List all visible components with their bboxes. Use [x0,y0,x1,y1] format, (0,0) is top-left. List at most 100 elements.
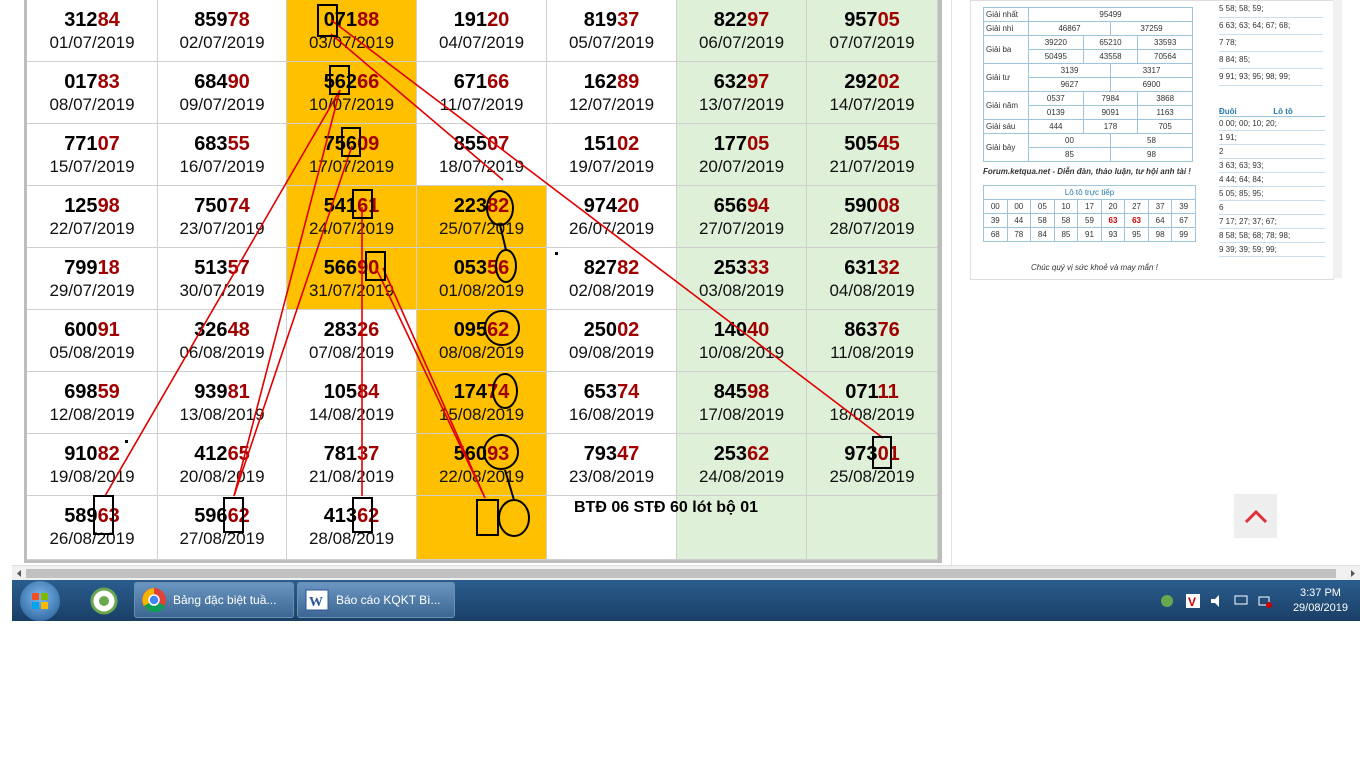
result-number: 19120 [453,9,510,31]
taskbar-app-word[interactable]: W Báo cáo KQKT Bì... [297,582,455,618]
network-icon[interactable] [1258,594,1272,608]
prize-value: 33593 [1137,35,1193,50]
result-cell: 41265 20/08/2019 [158,434,287,496]
result-number: 56266 [323,71,380,93]
result-number: 25002 [583,319,640,341]
prize-value: 3868 [1137,91,1193,106]
tail-loto-row: 2 [1219,145,1325,159]
head-loto-row: 5 58; 58; 59; [1219,1,1323,18]
chevron-up-icon [1244,509,1267,524]
result-date: 14/07/2019 [829,95,915,114]
result-number: 59008 [844,195,900,217]
thumbnail-scrollbar[interactable] [1333,0,1342,278]
result-thumbnail: Giải nhất 95499 Giải nhì 46867 37259 Giải ba 3… [970,0,1334,280]
result-date: 03/07/2019 [308,33,395,52]
result-cell: 84598 17/08/2019 [677,372,807,434]
result-cell: 75074 23/07/2019 [158,186,287,248]
loto-number: 93 [1100,227,1126,242]
prize-value: 1163 [1137,105,1193,120]
loto-number: 63 [1100,213,1126,228]
loto-number: 99 [1171,227,1196,242]
prize-value: 65210 [1082,35,1139,50]
result-cell: 68490 09/07/2019 [158,62,287,124]
result-cell: 41362 28/08/2019 [287,496,417,560]
result-number: 95705 [844,9,900,31]
result-number: 14040 [713,319,770,341]
result-number: 63297 [713,71,770,93]
result-date: 12/07/2019 [568,95,655,114]
result-cell: 81937 05/07/2019 [547,0,677,62]
prize-value: 70564 [1137,49,1193,64]
result-cell [807,496,938,560]
result-cell: 69859 12/08/2019 [27,372,158,434]
special-results-grid: 31284 01/07/2019 85978 02/07/2019 07188 03/07… [27,0,938,560]
prize-value: 0537 [1028,91,1084,106]
taskbar-app-chrome[interactable]: Bảng đặc biệt tuầ... [134,582,294,618]
scroll-left-icon[interactable] [14,566,24,581]
result-number: 41362 [323,505,380,527]
result-cell: 93981 13/08/2019 [158,372,287,434]
prize-value: 00 [1028,133,1111,148]
result-cell: 31284 01/07/2019 [27,0,158,62]
prize-value: 7984 [1082,91,1139,106]
result-date: 12/08/2019 [49,405,135,424]
result-cell: 68355 16/07/2019 [158,124,287,186]
result-cell: 85978 02/07/2019 [158,0,287,62]
result-date: 10/07/2019 [308,95,395,114]
result-date: 29/07/2019 [49,281,135,300]
prize-label: Giải sáu [983,119,1029,134]
result-number: 97420 [583,195,640,217]
result-date: 19/07/2019 [568,157,655,176]
result-number: 82297 [713,9,770,31]
result-number: 84598 [713,381,770,403]
result-number [417,504,546,528]
result-date: 11/08/2019 [830,343,914,362]
result-cell: 14040 10/08/2019 [677,310,807,372]
horizontal-scrollbar[interactable] [12,565,1360,581]
result-number: 51357 [194,257,250,279]
monitor-icon[interactable] [1234,594,1248,608]
scroll-right-icon[interactable] [1348,566,1358,581]
start-button[interactable] [20,581,60,621]
result-number: 67166 [453,71,510,93]
result-cell: 60091 05/08/2019 [27,310,158,372]
back-to-top-button[interactable] [1234,494,1277,538]
result-cell: 86376 11/08/2019 [807,310,938,372]
tail-loto-row: 0 00; 00; 10; 20; [1219,117,1325,131]
result-cell: 19120 04/07/2019 [417,0,547,62]
tail-loto-row: 6 [1219,201,1325,215]
word-icon: W [305,589,329,611]
prize-label: Giải bảy [983,133,1029,162]
result-date: 11/07/2019 [439,95,524,114]
coccoc-launcher[interactable] [88,585,120,617]
prize-value: 37259 [1109,21,1194,36]
result-date: 03/08/2019 [698,281,785,300]
result-date: 06/08/2019 [179,343,265,362]
result-date: 15/07/2019 [49,157,135,176]
result-date: 23/07/2019 [179,219,265,238]
vietkey-icon[interactable]: V [1186,594,1200,608]
result-date: 09/07/2019 [179,95,265,114]
clock-time: 3:37 PM [1299,587,1341,599]
analysis-note: BTĐ 06 STĐ 60 lót bộ 01 [574,499,759,516]
result-date: 17/08/2019 [698,405,785,424]
result-cell: 59662 27/08/2019 [158,496,287,560]
result-cell: 97301 25/08/2019 [807,434,938,496]
loto-number: 00 [983,199,1008,214]
loto-number: 63 [1124,213,1149,228]
scrollbar-thumb[interactable] [26,569,1336,578]
result-date: 22/08/2019 [438,467,525,486]
result-number: 75609 [323,133,380,155]
result-date: 10/08/2019 [698,343,785,362]
result-number: 50545 [844,133,900,155]
result-cell: 56690 31/07/2019 [287,248,417,310]
tail-loto-row: 9 39; 39; 59; 99; [1219,243,1325,257]
network-share-icon[interactable] [1160,594,1174,608]
result-number: 60091 [64,319,120,341]
prize-value: 9627 [1028,77,1111,92]
prize-value: 6900 [1109,77,1194,92]
system-clock[interactable]: 3:37 PM 29/08/2019 [1293,586,1348,616]
volume-icon[interactable] [1210,594,1224,608]
svg-text:V: V [1188,595,1196,608]
result-date: 16/07/2019 [179,157,265,176]
